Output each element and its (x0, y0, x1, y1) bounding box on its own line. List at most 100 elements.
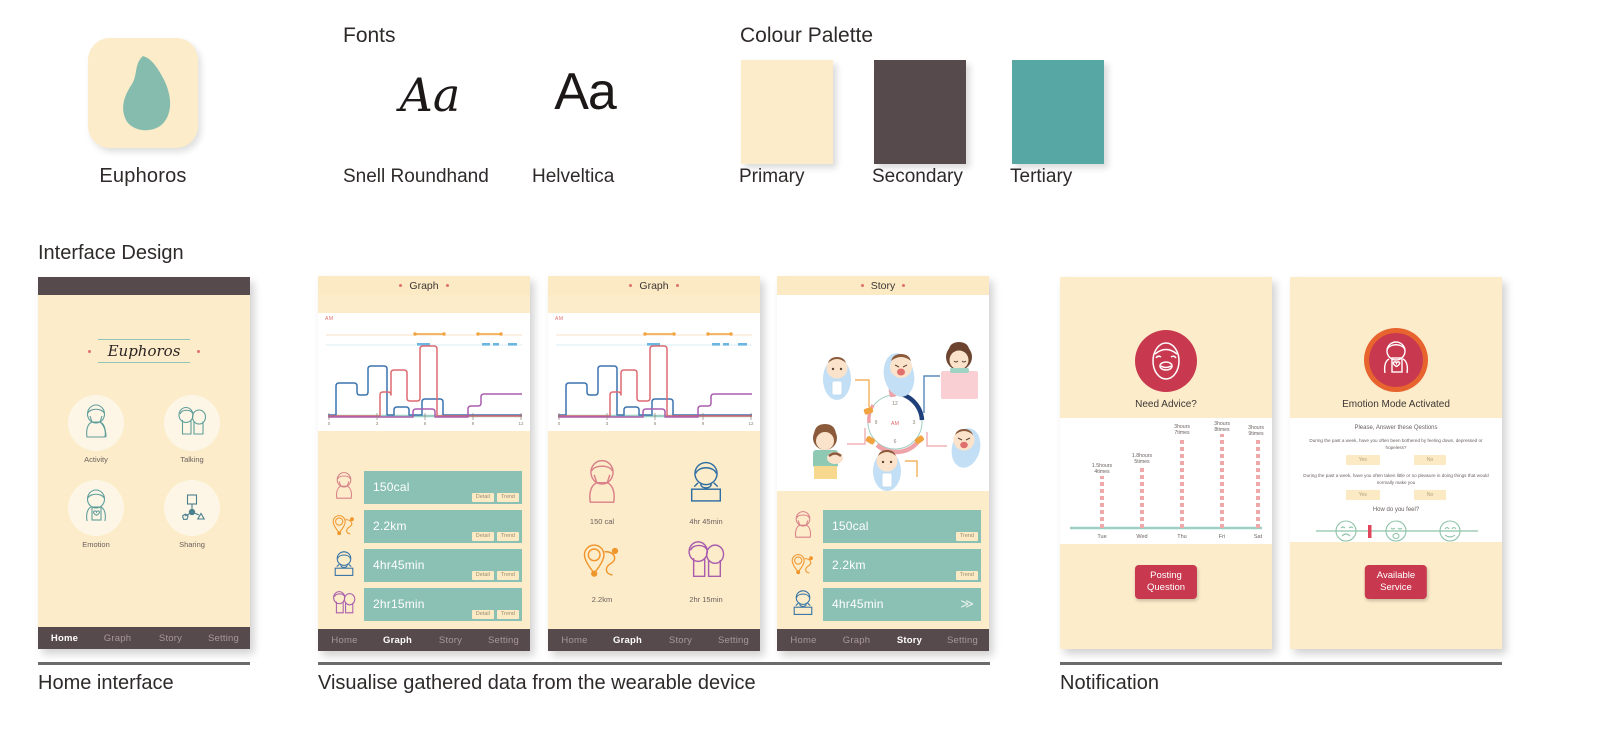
talking-icon-circle (164, 395, 220, 451)
metric-card[interactable]: 4hr45min ≫ (783, 586, 981, 622)
question-1-answers: Yes No (1290, 455, 1502, 465)
story-title-bar: Story (777, 276, 989, 295)
mood-slider-handle (1368, 525, 1372, 538)
metric-tile-talking[interactable]: 2hr 15min (669, 536, 743, 604)
swatch-label-primary: Primary (739, 166, 805, 187)
metric-card[interactable]: 4hr45min Detail Trend (324, 547, 522, 583)
metric-card[interactable]: 2.2km Trend (783, 547, 981, 583)
nav-item-graph[interactable]: Graph (371, 635, 424, 646)
svg-text:3: 3 (376, 421, 379, 426)
trend-button[interactable]: Trend (496, 609, 519, 619)
trend-button[interactable]: Trend (496, 531, 519, 541)
app-logo-tile (88, 38, 198, 148)
available-service-button[interactable]: Available Service (1364, 565, 1428, 599)
svg-text:9times: 9times (1248, 431, 1264, 437)
metric-card[interactable]: 150cal Detail Trend (324, 469, 522, 505)
detail-button[interactable]: Detail (471, 609, 494, 619)
nav-item-setting[interactable]: Setting (197, 633, 250, 644)
card-icon-sleep (324, 547, 364, 583)
metric-icon-grid: 150 cal 4hr 45min 2.2km 2hr 15min (548, 458, 760, 614)
nav-item-setting[interactable]: Setting (477, 635, 530, 646)
card-icon-distance (783, 547, 823, 583)
card-bar[interactable]: 150cal Detail Trend (364, 470, 522, 504)
svg-text:12: 12 (748, 421, 754, 426)
sharing-icon-circle (164, 480, 220, 536)
card-value: 4hr45min (373, 558, 425, 572)
person-sleeping-icon (690, 461, 722, 502)
phone-home-interface: Euphoros Activity Talking Emotion Sharin… (38, 277, 250, 649)
trend-button[interactable]: Trend (496, 570, 519, 580)
metric-card[interactable]: 2hr15min Detail Trend (324, 586, 522, 622)
branding-row: Euphoros Fonts Aa Aa Snell Roundhand Hel… (0, 0, 1600, 220)
nav-item-story[interactable]: Story (424, 635, 477, 646)
detail-button[interactable]: Detail (471, 531, 494, 541)
screen-title: Story (870, 279, 896, 292)
card-bar[interactable]: 2.2km Detail Trend (364, 509, 522, 543)
metric-tile-distance[interactable]: 2.2km (565, 536, 639, 604)
person-heart-note-icon (86, 489, 106, 522)
chart-am-label: AM (555, 316, 564, 322)
caption-rule-graph (318, 662, 990, 665)
home-tile-emotion[interactable]: Emotion (61, 480, 131, 549)
card-bar[interactable]: 2.2km Trend (823, 548, 981, 582)
nav-item-setting[interactable]: Setting (936, 635, 989, 646)
font-sample-script: Aa (399, 68, 461, 122)
card-icon-activity (783, 508, 823, 544)
card-buttons: Detail Trend (471, 609, 519, 619)
question-1-no-button[interactable]: No (1413, 455, 1447, 465)
swatch-primary (741, 60, 833, 164)
nav-item-home[interactable]: Home (548, 635, 601, 646)
metric-card[interactable]: 150cal Trend (783, 508, 981, 544)
home-tile-talking[interactable]: Talking (157, 395, 227, 464)
trend-button[interactable]: Trend (955, 570, 978, 580)
card-buttons: Detail Trend (471, 531, 519, 541)
caption-graph: Visualise gathered data from the wearabl… (318, 672, 756, 694)
swatch-secondary (874, 60, 966, 164)
home-tile-label: Activity (84, 455, 108, 464)
metric-tile-label: 2.2km (591, 595, 613, 604)
trend-button[interactable]: Trend (955, 531, 978, 541)
person-sleeping-icon (793, 590, 813, 615)
posting-question-button[interactable]: Posting Question (1134, 565, 1198, 599)
nav-item-story[interactable]: Story (654, 635, 707, 646)
fonts-heading: Fonts (343, 24, 396, 47)
card-bar[interactable]: 2hr15min Detail Trend (364, 587, 522, 621)
home-tile-sharing[interactable]: Sharing (157, 480, 227, 549)
card-bar[interactable]: 4hr45min Detail Trend (364, 548, 522, 582)
metric-tile-calories[interactable]: 150 cal (565, 458, 639, 526)
card-bar[interactable]: 150cal Trend (823, 509, 981, 543)
nav-item-story[interactable]: Story (144, 633, 197, 644)
bottom-nav: Home Graph Story Setting (777, 629, 989, 651)
trend-button[interactable]: Trend (496, 492, 519, 502)
home-tile-activity[interactable]: Activity (61, 395, 131, 464)
title-dot-right (902, 284, 906, 287)
nav-item-home[interactable]: Home (318, 635, 371, 646)
nav-item-home[interactable]: Home (777, 635, 830, 646)
card-value: 150cal (373, 480, 410, 494)
nav-item-graph[interactable]: Graph (830, 635, 883, 646)
metric-tile-sleep[interactable]: 4hr 45min (669, 458, 743, 526)
metric-card[interactable]: 2.2km Detail Trend (324, 508, 522, 544)
font-label-sans: Helveltica (532, 166, 615, 187)
question-2-yes-button[interactable]: Yes (1345, 490, 1380, 500)
nav-item-graph[interactable]: Graph (91, 633, 144, 644)
person-heart-note-icon (1364, 328, 1428, 392)
mood-slider[interactable] (1290, 516, 1502, 546)
nav-item-setting[interactable]: Setting (707, 635, 760, 646)
chevron-double-down-icon[interactable]: ≫ (960, 597, 974, 610)
nav-item-graph[interactable]: Graph (601, 635, 654, 646)
question-1-yes-button[interactable]: Yes (1345, 455, 1380, 465)
detail-button[interactable]: Detail (471, 570, 494, 580)
posting-question-label-1: Posting (1150, 570, 1182, 581)
detail-button[interactable]: Detail (471, 492, 494, 502)
card-bar[interactable]: 4hr45min ≫ (823, 587, 981, 621)
question-2-no-button[interactable]: No (1413, 490, 1447, 500)
nav-item-home[interactable]: Home (38, 633, 91, 644)
person-activity-icon (795, 511, 811, 538)
svg-text:Fri: Fri (1219, 534, 1225, 540)
home-tile-label: Talking (180, 455, 204, 464)
nav-item-story[interactable]: Story (883, 635, 936, 646)
font-sample-sans: Aa (554, 63, 617, 121)
phone-notification-emotion: Emotion Mode Activated Please, Answer th… (1290, 277, 1502, 649)
svg-text:5times: 5times (1134, 459, 1150, 465)
